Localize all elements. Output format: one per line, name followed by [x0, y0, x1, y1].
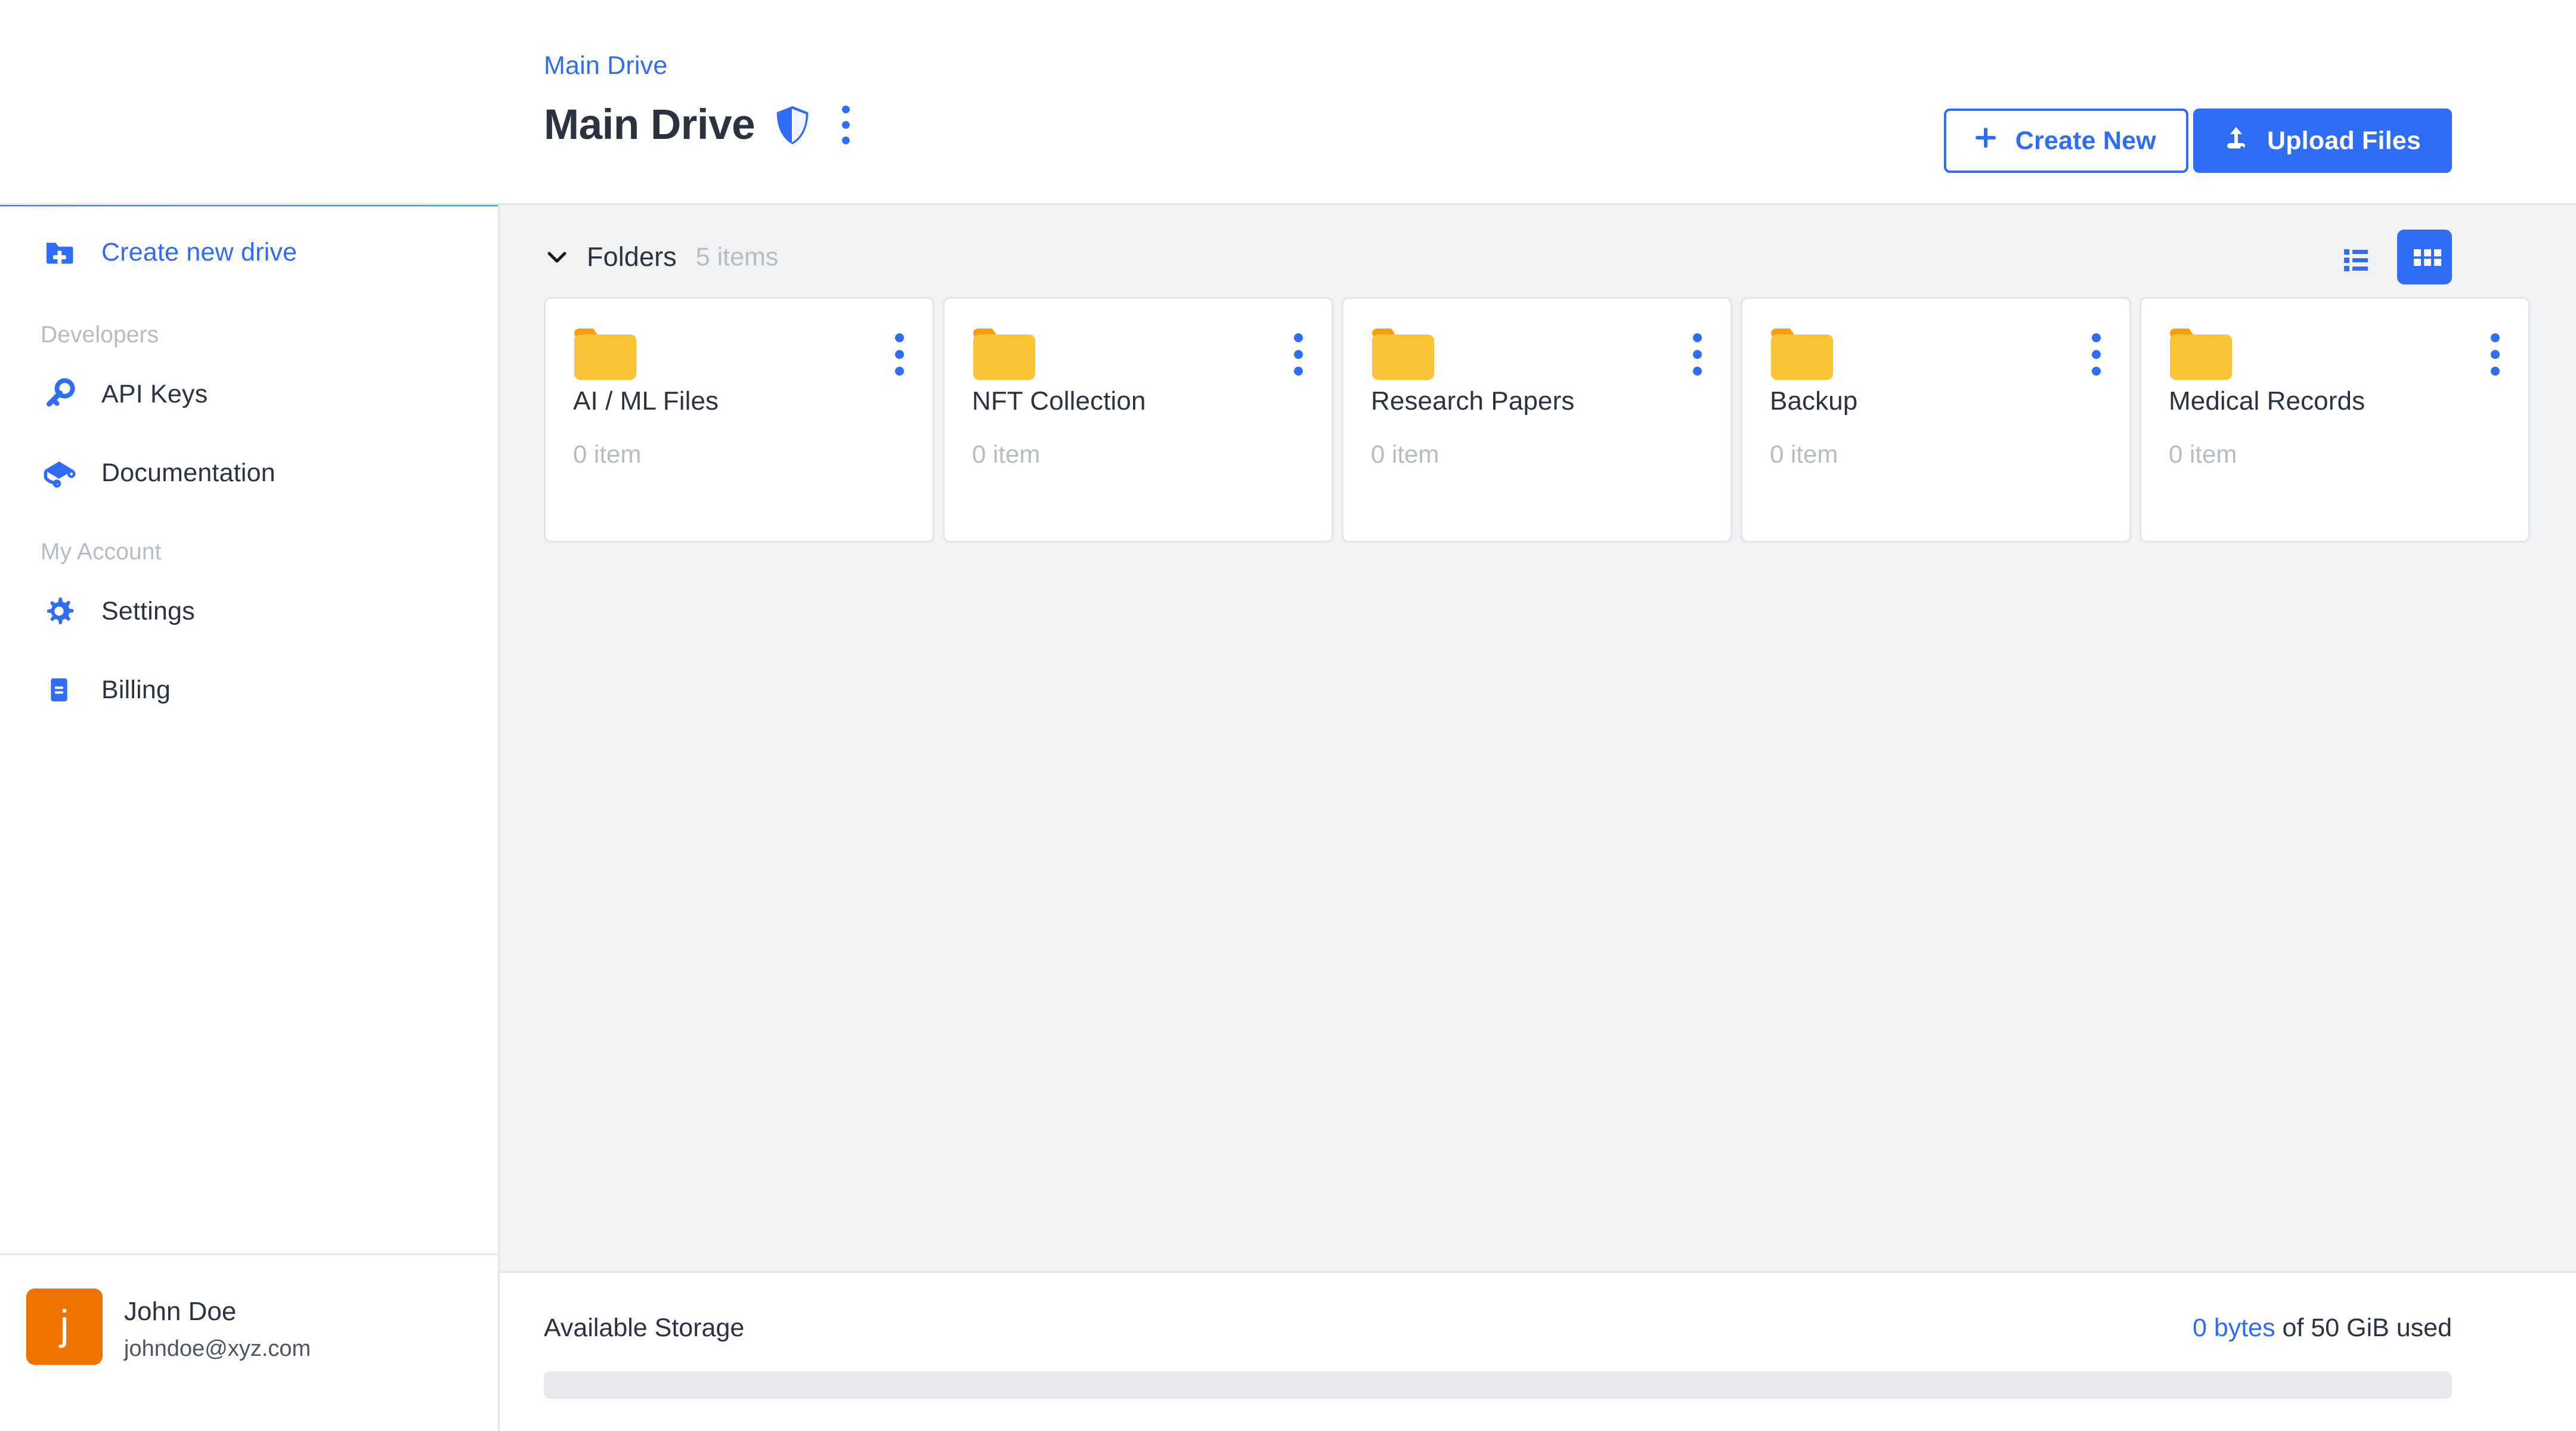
- grid-view-icon[interactable]: [2397, 230, 2452, 284]
- page-header: Main Drive Main Drive Create New Upload …: [0, 0, 2576, 205]
- storage-label: Available Storage: [544, 1314, 745, 1342]
- folders-section-label: Folders: [587, 241, 677, 272]
- upload-files-label: Upload Files: [2267, 126, 2421, 155]
- kebab-dot: [1693, 350, 1702, 359]
- folder-item-count: 0 item: [972, 440, 1041, 468]
- create-new-button[interactable]: Create New: [1943, 109, 2188, 173]
- content-area: Folders 5 items AI / ML Files 0 item NFT…: [500, 205, 2576, 1271]
- sidebar-item-settings[interactable]: Settings: [0, 578, 498, 644]
- folder-name: Backup: [1770, 386, 1858, 416]
- kebab-dot: [2491, 333, 2500, 342]
- sidebar: delta.storage BETA My Drive Main Drive: [0, 0, 500, 1431]
- breadcrumb[interactable]: Main Drive: [544, 51, 2452, 80]
- more-vertical-icon[interactable]: [2491, 333, 2500, 376]
- folder-name: Research Papers: [1371, 386, 1575, 416]
- more-vertical-icon[interactable]: [1294, 333, 1303, 376]
- storage-used-value[interactable]: 0 bytes: [2193, 1314, 2275, 1342]
- folder-item-count: 0 item: [573, 440, 642, 468]
- folder-item-count: 0 item: [2169, 440, 2237, 468]
- avatar: j: [26, 1288, 103, 1365]
- sidebar-item-create-new-drive[interactable]: Create new drive: [0, 219, 498, 285]
- chevron-down-icon[interactable]: [544, 244, 570, 270]
- folder-icon: [972, 329, 1036, 386]
- book-icon: [41, 454, 78, 491]
- folder-card[interactable]: AI / ML Files 0 item: [544, 297, 934, 543]
- kebab-dot: [1294, 350, 1303, 359]
- storage-progress-bar: [544, 1371, 2452, 1399]
- header-actions: Create New Upload Files: [1943, 109, 2452, 173]
- create-new-label: Create New: [2015, 126, 2156, 155]
- gear-icon: [41, 593, 78, 630]
- folder-item-count: 0 item: [1770, 440, 1838, 468]
- sidebar-item-api-keys[interactable]: API Keys: [0, 361, 498, 427]
- storage-row: Available Storage 0 bytes of 50 GiB used: [544, 1314, 2452, 1343]
- sidebar-item-label: API Keys: [101, 379, 208, 408]
- folder-name: Medical Records: [2169, 386, 2366, 416]
- folders-toolbar: Folders 5 items: [544, 205, 2452, 297]
- sidebar-item-label: Documentation: [101, 458, 275, 487]
- more-vertical-icon[interactable]: [1693, 333, 1702, 376]
- folder-icon: [1371, 329, 1435, 386]
- sidebar-section-developers: Developers: [41, 322, 159, 348]
- billing-card-icon: [41, 671, 78, 708]
- sidebar-item-label: Billing: [101, 675, 171, 704]
- kebab-dot: [1693, 333, 1702, 342]
- more-vertical-icon[interactable]: [837, 101, 854, 149]
- kebab-dot: [1693, 367, 1702, 376]
- user-profile[interactable]: j John Doe johndoe@xyz.com: [0, 1253, 498, 1431]
- sidebar-item-billing[interactable]: Billing: [0, 657, 498, 723]
- app-root: delta.storage BETA My Drive Main Drive: [0, 0, 2576, 1431]
- kebab-dot: [895, 367, 904, 376]
- folder-name: AI / ML Files: [573, 386, 719, 416]
- main-area: Main Drive Main Drive Create New Upload …: [0, 0, 2576, 1431]
- folder-card[interactable]: Backup 0 item: [1741, 297, 2131, 543]
- folders-item-count: 5 items: [695, 242, 779, 271]
- storage-total-value: of 50 GiB used: [2275, 1314, 2452, 1342]
- kebab-dot: [895, 350, 904, 359]
- folder-icon: [2169, 329, 2233, 386]
- more-vertical-icon[interactable]: [895, 333, 904, 376]
- folder-card[interactable]: NFT Collection 0 item: [943, 297, 1333, 543]
- view-toggles: [2328, 230, 2452, 284]
- more-vertical-icon[interactable]: [2092, 333, 2101, 376]
- shield-icon[interactable]: [774, 104, 813, 147]
- kebab-dot: [895, 333, 904, 342]
- storage-usage: 0 bytes of 50 GiB used: [2193, 1314, 2452, 1343]
- upload-icon: [2222, 123, 2250, 159]
- kebab-dot: [2491, 367, 2500, 376]
- folder-plus-icon: [41, 234, 78, 271]
- user-name: John Doe: [124, 1297, 237, 1326]
- key-icon: [41, 376, 78, 413]
- kebab-dot: [842, 121, 850, 129]
- folder-card[interactable]: Research Papers 0 item: [1342, 297, 1732, 543]
- plus-icon: [1973, 125, 1999, 157]
- folder-name: NFT Collection: [972, 386, 1146, 416]
- kebab-dot: [2092, 333, 2101, 342]
- folder-card[interactable]: Medical Records 0 item: [2140, 297, 2530, 543]
- sidebar-item-label: Create new drive: [101, 237, 298, 267]
- folders-grid: AI / ML Files 0 item NFT Collection 0 it…: [544, 297, 2530, 543]
- user-meta: John Doe johndoe@xyz.com: [124, 1288, 311, 1362]
- sidebar-item-label: Settings: [101, 596, 195, 625]
- kebab-dot: [1294, 333, 1303, 342]
- kebab-dot: [2092, 367, 2101, 376]
- kebab-dot: [2092, 350, 2101, 359]
- page-title: Main Drive: [544, 101, 756, 148]
- kebab-dot: [1294, 367, 1303, 376]
- folder-icon: [1770, 329, 1834, 386]
- kebab-dot: [2491, 350, 2500, 359]
- upload-files-button[interactable]: Upload Files: [2193, 109, 2452, 173]
- kebab-dot: [842, 137, 850, 144]
- sidebar-item-documentation[interactable]: Documentation: [0, 440, 498, 506]
- list-view-icon[interactable]: [2328, 230, 2383, 284]
- sidebar-section-my-account: My Account: [41, 539, 162, 565]
- kebab-dot: [842, 106, 850, 113]
- folder-item-count: 0 item: [1371, 440, 1439, 468]
- user-email: johndoe@xyz.com: [124, 1336, 311, 1361]
- storage-footer: Available Storage 0 bytes of 50 GiB used: [500, 1271, 2576, 1431]
- folder-icon: [573, 329, 637, 386]
